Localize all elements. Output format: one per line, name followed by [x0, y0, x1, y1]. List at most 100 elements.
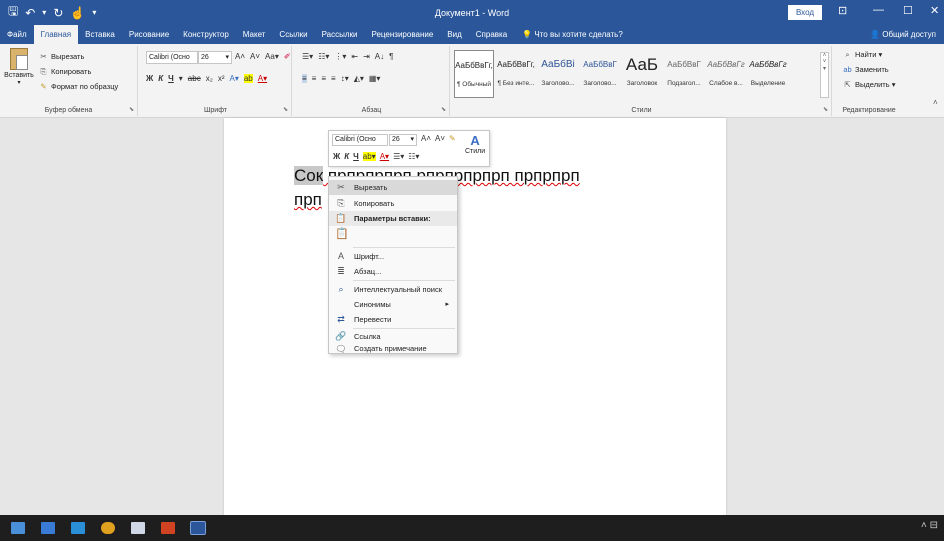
multilevel-list-icon[interactable]: ⋮▾: [334, 52, 346, 61]
borders-icon[interactable]: ▦▾: [369, 74, 381, 83]
menu-item-new-comment[interactable]: 🗨 Создать примечание: [329, 343, 457, 355]
change-case-icon[interactable]: Aa▾: [265, 52, 279, 61]
format-painter-icon[interactable]: ✎: [449, 134, 456, 143]
styles-gallery-scroll[interactable]: ˄ ˅ ▾: [820, 52, 829, 98]
strikethrough-icon[interactable]: abc: [188, 74, 201, 83]
document-text[interactable]: прп: [294, 190, 322, 209]
bold-icon[interactable]: Ж: [333, 152, 340, 161]
grow-font-icon[interactable]: A˄: [235, 52, 245, 61]
tab-layout[interactable]: Макет: [236, 25, 273, 44]
powerpoint-icon[interactable]: [156, 515, 180, 541]
style-normal[interactable]: АаБбВвГг, ¶ Обычный: [454, 50, 494, 98]
word-icon[interactable]: [186, 515, 210, 541]
undo-icon[interactable]: ↶: [25, 6, 35, 20]
browser-icon[interactable]: [96, 515, 120, 541]
tab-design[interactable]: Конструктор: [176, 25, 236, 44]
chevron-down-icon[interactable]: ▾: [2, 79, 36, 86]
document-page[interactable]: Сок прпрпрпрп рпрпрпрпрп прпрпрп прп: [224, 118, 726, 515]
numbering-icon[interactable]: ☷▾: [318, 52, 329, 61]
select-button[interactable]: ⇱ Выделить ▾: [842, 80, 895, 89]
tab-view[interactable]: Вид: [440, 25, 468, 44]
shading-icon[interactable]: ◭▾: [354, 74, 364, 83]
style-heading-1[interactable]: АаБбВі Заголово...: [538, 50, 578, 98]
shrink-font-icon[interactable]: A˅: [435, 134, 445, 143]
more-styles-icon[interactable]: ▾: [821, 65, 828, 72]
maximize-button[interactable]: ☐: [903, 4, 913, 17]
mini-styles-button[interactable]: A Стили: [465, 133, 485, 155]
clear-formatting-icon[interactable]: ✐: [284, 52, 291, 61]
touch-mode-icon[interactable]: ☝: [70, 6, 85, 20]
store-icon[interactable]: [36, 515, 60, 541]
mail-icon[interactable]: [66, 515, 90, 541]
undo-dropdown-icon[interactable]: ▾: [42, 8, 46, 17]
task-view-icon[interactable]: [6, 515, 30, 541]
dialog-launcher-icon[interactable]: ⬊: [441, 106, 446, 113]
highlight-icon[interactable]: ab▾: [362, 152, 376, 161]
dialog-launcher-icon[interactable]: ⬊: [823, 106, 828, 113]
close-button[interactable]: ✕: [930, 4, 939, 17]
subscript-icon[interactable]: x₂: [206, 74, 213, 83]
menu-item-paste-keep-text[interactable]: 📋: [329, 227, 457, 245]
style-title[interactable]: АаБ Заголовок: [622, 50, 662, 98]
replace-button[interactable]: ab Заменить: [842, 65, 888, 74]
underline-icon[interactable]: Ч: [168, 74, 174, 83]
chevron-down-icon[interactable]: ▾: [179, 74, 183, 83]
selected-text[interactable]: Сок: [294, 166, 324, 185]
menu-item-smart-lookup[interactable]: ⌕ Интеллектуальный поиск: [329, 282, 457, 297]
grow-font-icon[interactable]: A˄: [421, 134, 431, 143]
collapse-ribbon-icon[interactable]: ˄: [933, 98, 938, 107]
minimize-button[interactable]: —: [873, 4, 884, 16]
justify-icon[interactable]: ≡: [331, 74, 336, 83]
sign-in-button[interactable]: Вход: [788, 5, 822, 20]
dialog-launcher-icon[interactable]: ⬊: [129, 106, 134, 113]
font-size-combobox[interactable]: 26 ▾: [198, 51, 232, 64]
bold-icon[interactable]: Ж: [146, 74, 153, 83]
tab-home[interactable]: Главная: [33, 25, 79, 44]
underline-icon[interactable]: Ч: [353, 152, 359, 161]
paste-button[interactable]: Вставить ▾: [2, 48, 36, 86]
tab-draw[interactable]: Рисование: [122, 25, 176, 44]
shrink-font-icon[interactable]: A˅: [250, 52, 260, 61]
menu-item-paragraph[interactable]: ≣ Абзац...: [329, 264, 457, 279]
style-subtitle[interactable]: АаБбВвГ Подзагол...: [664, 50, 704, 98]
align-center-icon[interactable]: ≡: [312, 74, 317, 83]
tab-mailings[interactable]: Рассылки: [315, 25, 365, 44]
line-spacing-icon[interactable]: ↕▾: [341, 74, 349, 83]
tab-insert[interactable]: Вставка: [78, 25, 122, 44]
tab-references[interactable]: Ссылки: [272, 25, 314, 44]
decrease-indent-icon[interactable]: ⇤: [351, 52, 358, 61]
cut-button[interactable]: ✂ Вырезать: [38, 52, 84, 61]
superscript-icon[interactable]: x²: [218, 74, 225, 83]
menu-item-font[interactable]: A Шрифт...: [329, 249, 457, 264]
document-line-2[interactable]: прп: [294, 190, 322, 210]
style-heading-2[interactable]: АаБбВвГ Заголово...: [580, 50, 620, 98]
font-name-combobox[interactable]: Calibri (Осно: [146, 51, 198, 64]
dialog-launcher-icon[interactable]: ⬊: [283, 106, 288, 113]
copy-button[interactable]: ⎘ Копировать: [38, 67, 92, 77]
system-tray-chevron-icon[interactable]: ˄ ⊟: [921, 520, 938, 531]
menu-item-translate[interactable]: ⇄ Перевести: [329, 312, 457, 327]
pilcrow-icon[interactable]: ¶: [389, 52, 393, 61]
italic-icon[interactable]: К: [158, 74, 163, 83]
tab-file[interactable]: Файл: [0, 25, 34, 44]
bullets-icon[interactable]: ☰▾: [393, 152, 404, 161]
mini-font-size[interactable]: 26 ▾: [389, 134, 417, 146]
font-color-icon[interactable]: A▾: [380, 152, 389, 161]
bullets-icon[interactable]: ☰▾: [302, 52, 313, 61]
align-right-icon[interactable]: ≡: [321, 74, 326, 83]
font-color-icon[interactable]: A▾: [258, 74, 267, 83]
align-left-icon[interactable]: ≡: [302, 74, 307, 83]
tell-me-search[interactable]: 💡 Что вы хотите сделать?: [514, 25, 623, 44]
redo-icon[interactable]: ↻: [53, 6, 63, 20]
save-icon[interactable]: 🖫: [8, 2, 18, 23]
menu-item-cut[interactable]: ✂ Вырезать: [329, 180, 457, 195]
find-button[interactable]: ⌕ Найти ▾: [842, 50, 882, 60]
tab-help[interactable]: Справка: [469, 25, 514, 44]
customize-qat-icon[interactable]: ▾: [92, 8, 96, 17]
tab-review[interactable]: Рецензирование: [365, 25, 441, 44]
text-effects-icon[interactable]: A▾: [229, 74, 238, 83]
menu-item-synonyms[interactable]: Синонимы ▸: [329, 297, 457, 312]
share-button[interactable]: 👤 Общий доступ: [870, 25, 936, 44]
ribbon-display-options-icon[interactable]: ⊡: [838, 4, 847, 17]
italic-icon[interactable]: К: [344, 152, 349, 161]
